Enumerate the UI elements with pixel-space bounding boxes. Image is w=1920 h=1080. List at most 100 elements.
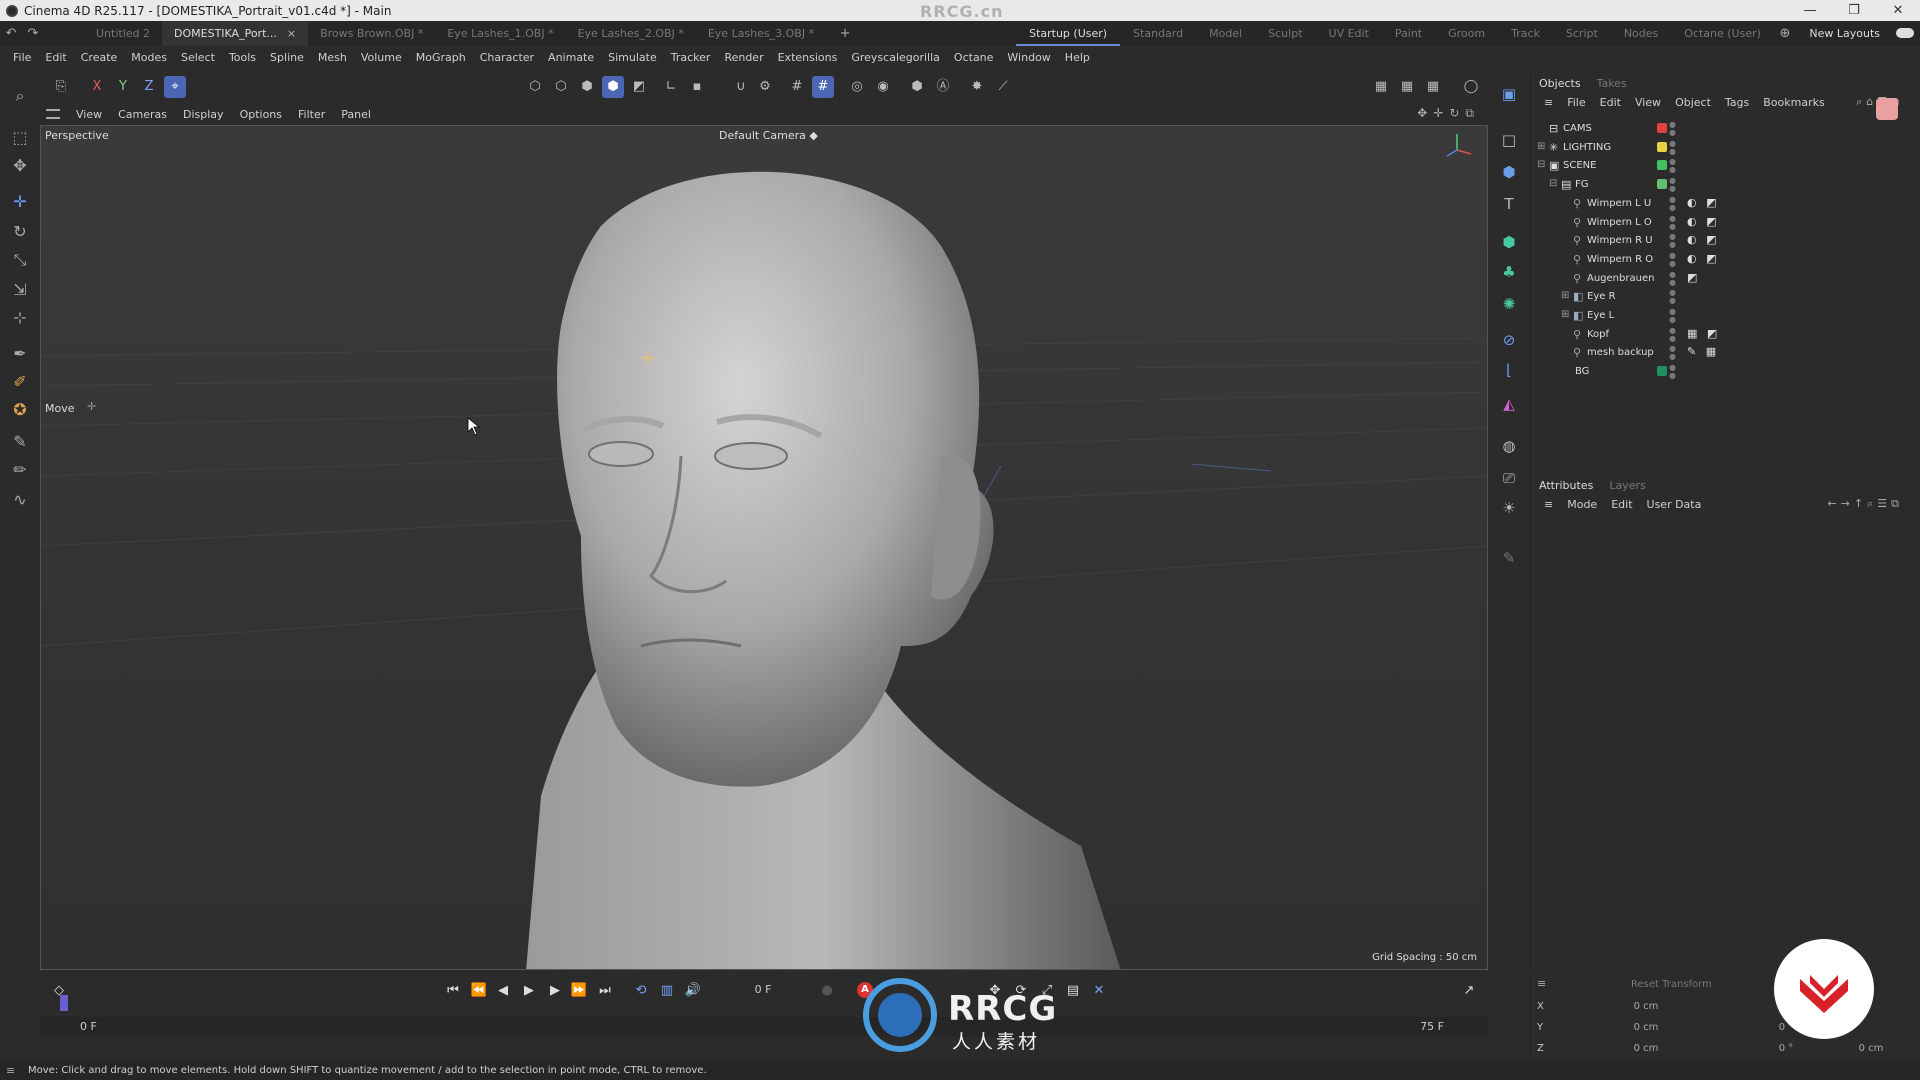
object-row[interactable]: ⊟ CAMS ● ● <box>1531 120 1920 138</box>
visibility-dots-icon[interactable]: ● ● <box>1669 270 1676 287</box>
coord-rotation[interactable]: 0 ° <box>1731 1043 1841 1054</box>
objects-hamburger-icon[interactable]: ≡ <box>1537 96 1560 109</box>
layer-color-swatch[interactable] <box>1657 366 1667 377</box>
axis-mode-icon[interactable]: ∟ <box>660 76 682 98</box>
layout-tab-startup[interactable]: Startup (User) <box>1016 21 1121 46</box>
object-tags[interactable]: ✎ ▦ <box>1687 345 1719 358</box>
undo-icon[interactable]: ↶ <box>0 26 22 41</box>
menu-select[interactable]: Select <box>174 51 222 64</box>
menu-modes[interactable]: Modes <box>124 51 174 64</box>
visibility-dots-icon[interactable]: ● ● <box>1669 251 1676 268</box>
layout-toggle[interactable] <box>1896 28 1914 38</box>
object-tags[interactable]: ◐ ◩ <box>1687 196 1720 209</box>
attributes-menu-user-data[interactable]: User Data <box>1640 498 1709 511</box>
object-row[interactable]: ⊞ ◧ Eye L ● ● <box>1531 307 1920 325</box>
tab-layers[interactable]: Layers <box>1601 479 1653 492</box>
knife-tool-icon[interactable]: ✎ <box>8 430 32 454</box>
mograph-icon[interactable]: ♣ <box>1497 260 1521 284</box>
object-row[interactable]: ⚲ Wimpern R O ● ● ◐ ◩ <box>1531 251 1920 269</box>
layer-color-swatch[interactable] <box>1657 141 1667 152</box>
vp-menu-panel[interactable]: Panel <box>333 108 379 121</box>
menu-file[interactable]: File <box>6 51 38 64</box>
edit-icon[interactable]: ✎ <box>1497 546 1521 570</box>
doc-tab-untitled[interactable]: Untitled 2 <box>84 21 162 46</box>
vp-menu-options[interactable]: Options <box>232 108 290 121</box>
attributes-menu-edit[interactable]: Edit <box>1604 498 1639 511</box>
rotate-tool-icon[interactable]: ↻ <box>8 220 32 244</box>
doc-tab-domestika[interactable]: DOMESTIKA_Port... × <box>162 21 309 46</box>
object-row[interactable]: ⚲ Augenbrauen ● ● ◩ <box>1531 270 1920 288</box>
attributes-hamburger-icon[interactable]: ≡ <box>1537 498 1560 511</box>
visibility-dots-icon[interactable]: ● ● <box>1669 289 1676 305</box>
layout-tab-groom[interactable]: Groom <box>1435 21 1498 46</box>
render-settings-icon[interactable]: ▦ <box>1422 76 1444 98</box>
menu-octane[interactable]: Octane <box>947 51 1001 64</box>
lock-icon[interactable]: ◎ <box>846 76 868 98</box>
layout-tab-uv-edit[interactable]: UV Edit <box>1316 21 1382 46</box>
next-key-icon[interactable]: ⏩ <box>568 980 590 1002</box>
menu-create[interactable]: Create <box>74 51 125 64</box>
layout-tab-paint[interactable]: Paint <box>1382 21 1435 46</box>
render-view-icon[interactable]: ▦ <box>1370 76 1392 98</box>
vp-menu-cameras[interactable]: Cameras <box>110 108 175 121</box>
grid-snap-icon[interactable]: # <box>786 76 808 98</box>
snap-settings-icon[interactable]: ⚙ <box>754 76 776 98</box>
menu-tracker[interactable]: Tracker <box>664 51 718 64</box>
visibility-dots-icon[interactable]: ● ● <box>1669 177 1676 193</box>
coord-scale[interactable]: 0 cm <box>1831 1043 1911 1054</box>
tab-attributes[interactable]: Attributes <box>1531 479 1601 492</box>
magnet-icon[interactable]: ∪ <box>730 76 752 98</box>
vp-menu-view[interactable]: View <box>68 108 110 121</box>
visibility-dots-icon[interactable]: ● ● <box>1669 139 1676 156</box>
layer-color-swatch[interactable] <box>1657 160 1667 171</box>
paint-tool-icon[interactable]: ✏ <box>8 458 32 482</box>
attributes-menu-mode[interactable]: Mode <box>1560 498 1604 511</box>
object-tags[interactable]: ▦ ◩ <box>1687 327 1720 340</box>
coordinate-tool-icon[interactable]: ⊹ <box>8 306 32 330</box>
menu-volume[interactable]: Volume <box>354 51 409 64</box>
shield-icon[interactable]: ⬢ <box>906 76 928 98</box>
menu-extensions[interactable]: Extensions <box>771 51 845 64</box>
goto-start-icon[interactable]: ⏮ <box>442 980 464 1002</box>
goto-end-icon[interactable]: ⏭ <box>594 980 616 1002</box>
visibility-dots-icon[interactable]: ● ● <box>1669 345 1676 361</box>
graph-editor-icon[interactable]: ↗ <box>1458 980 1480 1002</box>
add-layout-icon[interactable]: ⊕ <box>1774 26 1796 41</box>
objects-menu-view[interactable]: View <box>1628 96 1668 109</box>
new-layouts-button[interactable]: New Layouts <box>1809 21 1880 46</box>
visibility-dots-icon[interactable]: ● ● <box>1669 121 1676 137</box>
objects-menu-object[interactable]: Object <box>1668 96 1718 109</box>
field-icon[interactable]: ⊘ <box>1497 328 1521 352</box>
maximize-button[interactable]: ❐ <box>1832 0 1876 21</box>
hamburger-icon[interactable] <box>46 109 60 119</box>
attributes-nav-icons[interactable]: ←→↑⌕☰⧉ <box>1820 497 1910 511</box>
visibility-dots-icon[interactable]: ● ● <box>1669 214 1676 231</box>
next-frame-icon[interactable]: ▶ <box>544 980 566 1002</box>
scale-tool-icon[interactable]: ⤡ <box>8 248 32 272</box>
spline-icon[interactable]: ⌊ <box>1497 358 1521 382</box>
viewport-camera[interactable]: Default Camera ◆ <box>719 129 818 142</box>
coord-position[interactable]: 0 cm <box>1591 1001 1701 1012</box>
auto-keying-icon[interactable]: Ⓐ <box>932 76 954 98</box>
tab-objects[interactable]: Objects <box>1531 77 1589 90</box>
smooth-tool-icon[interactable]: ∿ <box>8 488 32 512</box>
axis-x-button[interactable]: X <box>86 76 108 98</box>
object-row[interactable]: ⊟ ▤ FG ● ● <box>1531 176 1920 194</box>
expand-toggle-icon[interactable]: ⊞ <box>1537 141 1545 152</box>
volume-icon[interactable]: ◭ <box>1497 392 1521 416</box>
visibility-dots-icon[interactable]: ● ● <box>1669 233 1676 249</box>
render-picture-viewer-icon[interactable]: ▦ <box>1396 76 1418 98</box>
layout-tab-script[interactable]: Script <box>1553 21 1611 46</box>
vp-menu-display[interactable]: Display <box>175 108 232 121</box>
redo-icon[interactable]: ↷ <box>22 26 44 41</box>
transform-tool-icon[interactable]: ⇲ <box>8 278 32 302</box>
object-row[interactable]: ⚲ mesh backup ● ● ✎ ▦ <box>1531 344 1920 362</box>
object-row[interactable]: ⊞ ✳ LIGHTING ● ● <box>1531 139 1920 157</box>
layer-color-swatch[interactable] <box>1657 179 1667 190</box>
doc-tab-eyelashes-2[interactable]: Eye Lashes_2.OBJ * <box>566 21 696 46</box>
current-frame-field[interactable]: 0 F <box>728 980 798 1000</box>
deformer-icon[interactable]: ✺ <box>1497 292 1521 316</box>
target-icon[interactable]: ◉ <box>872 76 894 98</box>
ruler-start-frame[interactable]: 0 F <box>80 1020 97 1033</box>
menu-tools[interactable]: Tools <box>222 51 263 64</box>
